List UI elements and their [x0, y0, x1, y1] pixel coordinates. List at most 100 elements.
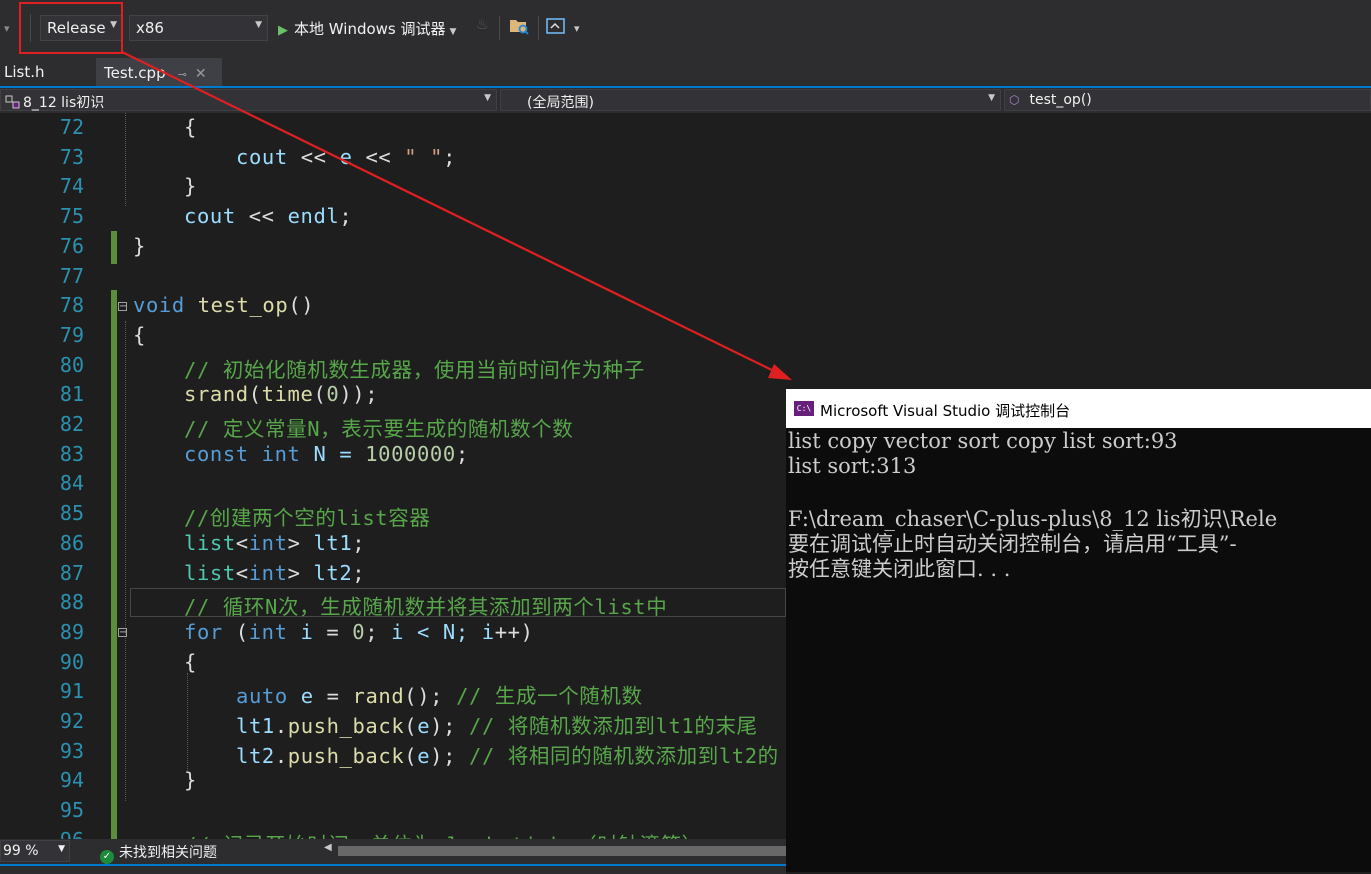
- editor-status-bar: 99 % ▼ ✓ 未找到相关问题 ◀: [0, 839, 786, 864]
- line-number: 89: [59, 619, 84, 644]
- debug-console-window[interactable]: C:\ Microsoft Visual Studio 调试控制台 list c…: [786, 389, 1371, 872]
- start-debugging-button[interactable]: ▶ 本地 Windows 调试器 ▼: [278, 18, 456, 39]
- flame-icon[interactable]: ♨: [476, 17, 489, 33]
- line-number: 88: [59, 590, 84, 615]
- release-annotation-box: [19, 2, 123, 54]
- code-text: srand(time(0));: [184, 382, 379, 407]
- code-line: 77: [0, 262, 786, 292]
- line-number: 90: [59, 649, 84, 674]
- code-text: {: [133, 322, 146, 347]
- code-text: for (int i = 0; i < N; i++): [184, 619, 534, 644]
- code-line: 83 const int N = 1000000;: [0, 440, 786, 470]
- code-text: lt1.push_back(e); // 将随机数添加到lt1的末尾: [236, 714, 758, 738]
- line-number: 92: [59, 709, 84, 733]
- code-text: auto e = rand(); // 生成一个随机数: [236, 684, 643, 709]
- line-number: 94: [59, 768, 84, 793]
- code-line: 80 // 初始化随机数生成器，使用当前时间作为种子: [0, 351, 786, 382]
- toolbar-overflow-stub[interactable]: ▾: [4, 22, 10, 35]
- code-comment: // 记录开始时间，单位为clock ticks（时钟滴答）: [184, 828, 703, 839]
- console-output-line: 按任意键关闭此窗口. . .: [788, 557, 1011, 581]
- browser-window-icon[interactable]: [546, 17, 566, 39]
- code-comment: // 初始化随机数生成器，使用当前时间作为种子: [184, 357, 645, 382]
- line-number: 74: [59, 174, 84, 199]
- horizontal-scrollbar[interactable]: ◀: [322, 842, 786, 858]
- issues-indicator[interactable]: ✓ 未找到相关问题: [100, 842, 217, 864]
- scroll-left-icon[interactable]: ◀: [324, 842, 332, 853]
- folder-search-icon[interactable]: [509, 17, 529, 39]
- close-icon[interactable]: ✕: [195, 66, 207, 82]
- code-line: 93 lt2.push_back(e); // 将相同的随机数添加到lt2的: [0, 737, 786, 768]
- code-comment: // 循环N次，生成随机数并将其添加到两个list中: [184, 595, 668, 620]
- line-number: 95: [59, 798, 84, 823]
- code-text: cout << e << " ";: [236, 144, 457, 169]
- code-text: const int N = 1000000;: [184, 441, 469, 466]
- project-icon: [5, 95, 20, 109]
- pin-icon[interactable]: ⊸: [178, 68, 187, 81]
- code-text: cout << endl;: [184, 204, 353, 229]
- code-line: 89 for (int i = 0; i < N; i++): [0, 618, 786, 648]
- line-number: 85: [59, 501, 84, 526]
- code-line: 90 {: [0, 648, 786, 678]
- chevron-down-icon: ▼: [255, 20, 262, 30]
- scope-name: (全局范围): [527, 95, 594, 111]
- solution-platform-value: x86: [136, 19, 164, 37]
- code-text: }: [184, 174, 197, 199]
- member-name: test_op(): [1029, 92, 1092, 108]
- code-text: {: [184, 115, 197, 139]
- line-number: 78: [59, 293, 84, 318]
- toolbar-separator: [538, 16, 539, 40]
- toolbar: ▾ Release ▼ x86 ▼ ▶ 本地 Windows 调试器 ▼ ♨ ▾: [0, 0, 1371, 58]
- code-text: }: [133, 233, 146, 258]
- code-line: 92 lt1.push_back(e); // 将随机数添加到lt1的末尾: [0, 707, 786, 738]
- line-number: 86: [59, 530, 84, 555]
- line-number: 75: [59, 204, 84, 229]
- code-comment: //创建两个空的list容器: [184, 506, 431, 531]
- zoom-dropdown[interactable]: 99 % ▼: [0, 840, 70, 862]
- console-title: Microsoft Visual Studio 调试控制台: [820, 402, 1071, 420]
- solution-platform-dropdown[interactable]: x86 ▼: [129, 15, 268, 41]
- code-text: void test_op(): [133, 293, 315, 318]
- line-number: 93: [59, 738, 84, 763]
- code-line: 75 cout << endl;: [0, 202, 786, 232]
- code-line: 96 // 记录开始时间，单位为clock ticks（时钟滴答）: [0, 826, 786, 839]
- overflow-icon[interactable]: ▾: [574, 22, 580, 35]
- line-number: 77: [59, 263, 84, 288]
- line-number: 87: [59, 560, 84, 585]
- tab-test-cpp[interactable]: Test.cpp ⊸ ✕: [96, 58, 222, 86]
- line-number: 82: [59, 412, 84, 436]
- code-editor[interactable]: − − 72{ 73 cout << e << " "; 74} 75 cout <…: [0, 113, 786, 839]
- play-icon: ▶: [278, 23, 288, 38]
- chevron-down-icon[interactable]: ▼: [450, 27, 457, 37]
- code-line: 72 {: [0, 113, 786, 143]
- code-line: 81 srand(time(0));: [0, 380, 786, 410]
- scrollbar-thumb[interactable]: [338, 846, 786, 856]
- code-text: {: [184, 649, 197, 674]
- tab-label: Test.cpp: [104, 64, 166, 82]
- code-line: 85 //创建两个空的list容器: [0, 499, 786, 531]
- line-number: 96: [0, 828, 84, 839]
- line-number: 81: [59, 382, 84, 407]
- code-comment: // 定义常量N，表示要生成的随机数个数: [184, 417, 574, 441]
- code-line: 91 auto e = rand(); // 生成一个随机数: [0, 677, 786, 709]
- tab-list-h[interactable]: List.h: [4, 63, 45, 81]
- code-line: 73 cout << e << " ";: [0, 143, 786, 173]
- project-name: 8_12 lis初识: [23, 95, 105, 111]
- line-number: 76: [59, 233, 84, 258]
- console-title-bar[interactable]: C:\ Microsoft Visual Studio 调试控制台: [786, 389, 1371, 428]
- scope-dropdown[interactable]: (全局范围) ▼: [500, 89, 1001, 111]
- code-line: 82 // 定义常量N，表示要生成的随机数个数: [0, 410, 786, 441]
- project-dropdown[interactable]: 8_12 lis初识 ▼: [0, 89, 497, 111]
- code-line: 95: [0, 796, 786, 826]
- method-cube-icon: ⬡: [1009, 93, 1020, 107]
- code-line: 88 // 循环N次，生成随机数并将其添加到两个list中: [0, 588, 786, 620]
- line-number: 79: [59, 322, 84, 347]
- code-text: list<int> lt2;: [184, 560, 366, 585]
- chevron-down-icon: ▼: [988, 93, 995, 103]
- code-line: 79 {: [0, 321, 786, 351]
- code-line: 86 list<int> lt1;: [0, 529, 786, 559]
- code-line: 78 void test_op(): [0, 291, 786, 321]
- code-line: 94}: [0, 766, 786, 796]
- line-number: 80: [59, 352, 84, 377]
- member-dropdown[interactable]: ⬡ test_op(): [1004, 89, 1371, 111]
- code-line: 74}: [0, 172, 786, 202]
